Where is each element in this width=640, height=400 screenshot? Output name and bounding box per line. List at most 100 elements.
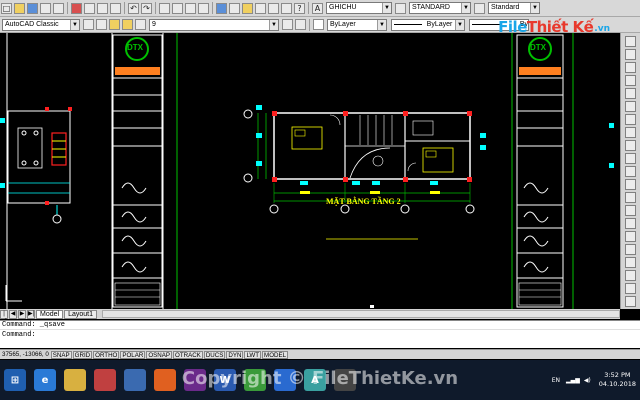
word-icon[interactable]: W [214,369,236,391]
chevron-down-icon[interactable]: ▼ [455,19,464,30]
markup-icon[interactable] [268,2,279,14]
start-button-icon[interactable]: ⊞ [4,369,26,391]
zoom-realtime-icon[interactable] [172,2,183,14]
autocad-icon[interactable]: A [304,369,326,391]
paste-icon[interactable] [97,2,108,14]
layer-manager-icon[interactable] [96,19,107,30]
pan-icon[interactable] [159,2,170,14]
language-indicator[interactable]: EN [552,377,560,384]
help-icon[interactable]: ? [294,2,305,14]
horizontal-scrollbar[interactable] [102,310,620,318]
scale-icon[interactable] [625,127,636,138]
print-icon[interactable] [40,2,51,14]
cut-icon[interactable] [71,2,82,14]
layer-lock-icon[interactable] [135,19,146,30]
tab-model[interactable]: Model [36,309,64,319]
stretch-icon[interactable] [625,140,636,151]
dim-style-icon[interactable] [395,2,406,14]
teamviewer-icon[interactable] [274,369,296,391]
sheet-set-icon[interactable] [255,2,266,14]
fillet-icon[interactable] [625,218,636,229]
dyn-toggle[interactable]: DYN [226,350,244,359]
ortho-toggle[interactable]: ORTHO [93,350,120,359]
match-properties-icon[interactable] [110,2,121,14]
array-icon[interactable] [625,88,636,99]
layer-combo[interactable]: 9 ▼ [149,18,279,31]
new-file-icon[interactable]: □ [1,2,12,14]
first-tab-icon[interactable]: |◀ [0,309,8,324]
lwt-toggle[interactable]: LWT [244,350,262,359]
app-icon[interactable] [184,369,206,391]
undo-icon[interactable]: ↶ [128,2,139,14]
tab-layout1[interactable]: Layout1 [64,309,97,319]
make-current-layer-icon[interactable] [282,19,293,30]
tool-palettes-icon[interactable] [242,2,253,14]
next-tab-icon[interactable]: ▶ [18,309,26,319]
prev-tab-icon[interactable]: ◀ [9,309,17,319]
zoom-previous-icon[interactable] [198,2,209,14]
polar-toggle[interactable]: POLAR [120,350,146,359]
dim-style-combo[interactable]: STANDARD ▼ [409,2,471,14]
explode-icon[interactable] [625,231,636,242]
coordinate-readout[interactable]: 37565, -13066, 0 [0,351,51,358]
layer-previous-icon[interactable] [295,19,306,30]
table-style-combo[interactable]: Standard ▼ [488,2,540,14]
workspace-combo[interactable]: AutoCAD Classic ▼ [2,18,80,31]
drawing-canvas[interactable]: MẶT BẰNG TẦNG 2 DTX DTX [0,33,620,309]
last-tab-icon[interactable]: ▶| [27,309,35,319]
table-style-icon[interactable] [474,2,485,14]
firefox-icon[interactable] [154,369,176,391]
workspace-settings-icon[interactable] [83,19,94,30]
chrome-icon[interactable] [244,369,266,391]
other-app-icon[interactable] [334,369,356,391]
preview-icon[interactable] [53,2,64,14]
grid-toggle[interactable]: GRID [72,350,93,359]
chevron-down-icon[interactable]: ▼ [269,19,278,30]
design-center-icon[interactable] [229,2,240,14]
properties-icon[interactable] [216,2,227,14]
layer-on-icon[interactable] [109,19,120,30]
join-icon[interactable] [625,192,636,203]
otrack-toggle[interactable]: OTRACK [173,350,203,359]
rotate-icon[interactable] [625,114,636,125]
model-toggle[interactable]: MODEL [262,350,289,359]
mirror-icon[interactable] [625,62,636,73]
clock[interactable]: 3:52 PM 04.10.2018 [599,371,636,389]
extend-icon[interactable] [625,166,636,177]
ducs-toggle[interactable]: DUCS [203,350,226,359]
circle-icon[interactable] [625,283,636,294]
erase-icon[interactable] [625,36,636,47]
save-icon[interactable] [27,2,38,14]
chevron-down-icon[interactable]: ▼ [382,3,391,13]
move-icon[interactable] [625,101,636,112]
network-icon[interactable]: ▂▄▆ [566,377,580,384]
store-icon[interactable] [124,369,146,391]
trim-icon[interactable] [625,153,636,164]
line-icon[interactable] [625,244,636,255]
copy-icon[interactable] [84,2,95,14]
osnap-toggle[interactable]: OSNAP [146,350,173,359]
zoom-window-icon[interactable] [185,2,196,14]
polyline-icon[interactable] [625,257,636,268]
snap-toggle[interactable]: SNAP [50,350,72,359]
chevron-down-icon[interactable]: ▼ [377,19,386,30]
internet-explorer-icon[interactable]: e [34,369,56,391]
volume-icon[interactable]: ◀) [584,377,591,384]
text-style-combo[interactable]: GHICHU ▼ [326,2,392,14]
media-player-icon[interactable] [94,369,116,391]
command-prompt[interactable]: Command: [0,330,640,340]
offset-icon[interactable] [625,75,636,86]
text-style-icon[interactable]: A [312,2,323,14]
color-combo[interactable]: ByLayer ▼ [327,18,387,31]
chevron-down-icon[interactable]: ▼ [70,19,79,30]
chevron-down-icon[interactable]: ▼ [530,3,539,13]
rectangle-icon[interactable] [625,270,636,281]
redo-icon[interactable]: ↷ [141,2,152,14]
open-file-icon[interactable] [14,2,25,14]
copy-object-icon[interactable] [625,49,636,60]
layer-freeze-icon[interactable] [122,19,133,30]
file-explorer-icon[interactable] [64,369,86,391]
break-icon[interactable] [625,179,636,190]
chamfer-icon[interactable] [625,205,636,216]
linetype-combo[interactable]: ByLayer ▼ [391,18,465,31]
